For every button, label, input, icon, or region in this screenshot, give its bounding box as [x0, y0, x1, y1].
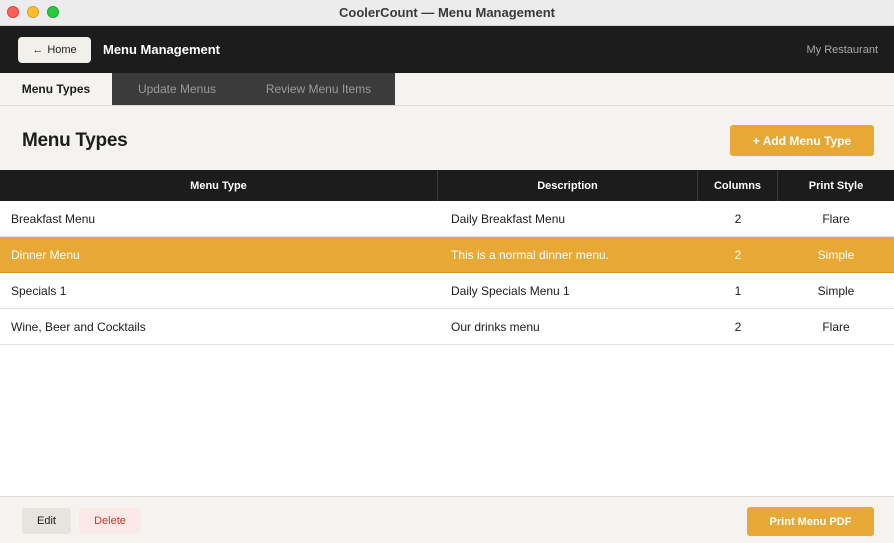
tab-review-menu-items[interactable]: Review Menu Items — [242, 73, 395, 105]
cell-description: This is a normal dinner menu. — [451, 248, 610, 262]
print-menu-pdf-button[interactable]: Print Menu PDF — [747, 507, 874, 536]
tab-menu-types[interactable]: Menu Types — [0, 73, 112, 105]
table-row[interactable]: Breakfast Menu Daily Breakfast Menu 2 Fl… — [0, 201, 894, 237]
cell-menu-type: Breakfast Menu — [11, 212, 96, 226]
cell-print-style: Flare — [822, 320, 850, 334]
tab-bar: Menu Types Update Menus Review Menu Item… — [0, 73, 894, 106]
column-header-print-style[interactable]: Print Style — [778, 170, 894, 201]
cell-columns: 2 — [734, 320, 742, 334]
home-button[interactable]: ← Home — [18, 37, 91, 63]
window-titlebar: CoolerCount — Menu Management — [0, 0, 894, 26]
cell-print-style: Flare — [822, 212, 850, 226]
menu-types-table: Menu Type Description Columns Print Styl… — [0, 170, 894, 497]
app-section-title: Menu Management — [103, 42, 221, 57]
tab-update-menus[interactable]: Update Menus — [112, 73, 242, 105]
home-button-label: Home — [47, 44, 77, 56]
cell-print-style: Simple — [817, 284, 855, 298]
cell-menu-type: Specials 1 — [11, 284, 67, 298]
table-header: Menu Type Description Columns Print Styl… — [0, 170, 894, 201]
add-menu-type-button[interactable]: + Add Menu Type — [730, 125, 874, 156]
arrow-left-icon: ← — [32, 44, 44, 56]
delete-button[interactable]: Delete — [79, 508, 141, 534]
cell-menu-type: Dinner Menu — [11, 248, 80, 262]
table-row[interactable]: Specials 1 Daily Specials Menu 1 1 Simpl… — [0, 273, 894, 309]
table-row-selected[interactable]: Dinner Menu This is a normal dinner menu… — [0, 237, 894, 273]
edit-button[interactable]: Edit — [22, 508, 71, 534]
app-header: ← Home Menu Management My Restaurant — [0, 26, 894, 73]
table-row[interactable]: Wine, Beer and Cocktails Our drinks menu… — [0, 309, 894, 345]
cell-columns: 1 — [734, 284, 742, 298]
cell-description: Daily Breakfast Menu — [451, 212, 566, 226]
column-header-columns[interactable]: Columns — [698, 170, 778, 201]
footer-actions: Edit Delete Print Menu PDF — [0, 497, 894, 543]
cell-columns: 2 — [734, 212, 742, 226]
column-header-menu-type[interactable]: Menu Type — [0, 170, 438, 201]
page-title: Menu Types — [22, 130, 128, 151]
cell-description: Our drinks menu — [451, 320, 540, 334]
window-title: CoolerCount — Menu Management — [339, 5, 555, 20]
cell-print-style: Simple — [817, 248, 855, 262]
restaurant-name: My Restaurant — [806, 44, 878, 56]
cell-description: Daily Specials Menu 1 — [451, 284, 570, 298]
column-header-description[interactable]: Description — [438, 170, 698, 201]
cell-columns: 2 — [734, 248, 742, 262]
cell-menu-type: Wine, Beer and Cocktails — [11, 320, 146, 334]
